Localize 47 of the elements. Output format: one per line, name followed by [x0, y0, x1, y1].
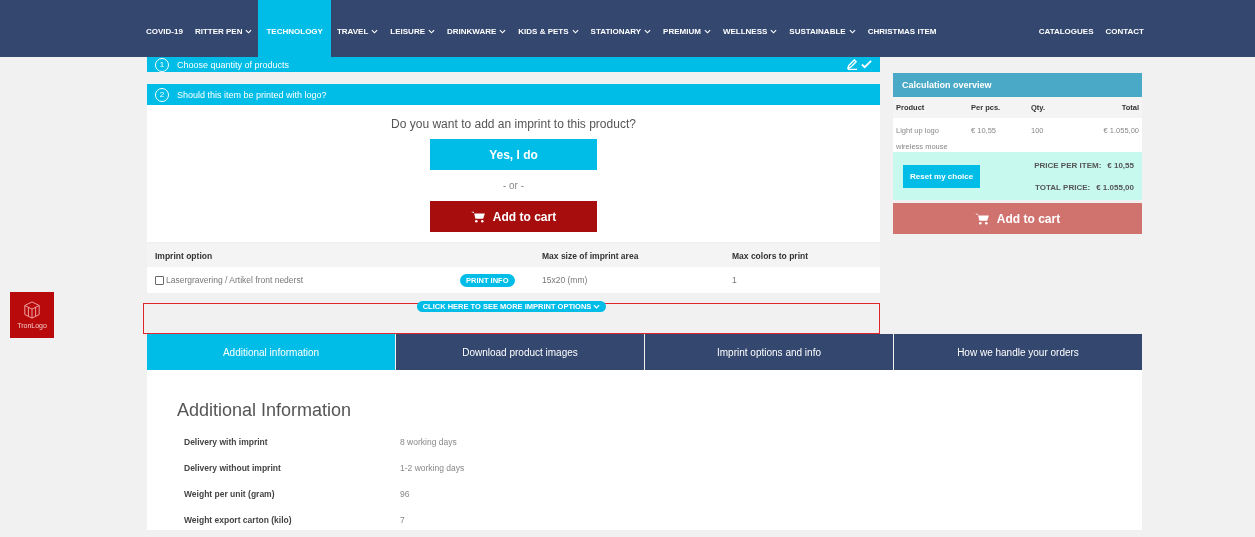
step-title: Should this item be printed with logo? — [177, 89, 328, 100]
nav-link[interactable]: SUSTAINABLE — [783, 0, 862, 57]
column-header: Max colors to print — [732, 250, 810, 261]
panel-title: Calculation overview — [893, 73, 1142, 97]
section-heading: Additional Information — [177, 400, 353, 421]
nav-link[interactable]: TRAVEL — [330, 0, 385, 57]
nav-link[interactable]: PREMIUM — [657, 0, 717, 57]
attribute-value: 8 working days — [400, 437, 457, 447]
add-to-cart-button[interactable]: Add to cart — [430, 201, 597, 232]
attribute-label: Delivery with imprint — [184, 437, 269, 447]
table-cell-text: 15x20 (mm) — [542, 275, 589, 285]
column-header: Max size of imprint area — [542, 250, 640, 261]
tab[interactable]: Download product images — [396, 334, 644, 370]
price-label: TOTAL PRICE: — [1035, 182, 1091, 192]
chevron-icon — [593, 304, 601, 309]
attribute-label: Delivery without imprint — [184, 463, 282, 473]
table-cell-text: 1 — [732, 275, 738, 285]
nav-link[interactable]: STATIONARY — [584, 0, 658, 57]
cart-icon — [470, 210, 485, 223]
attribute-value: 96 — [400, 489, 410, 499]
nav-link[interactable]: CATALOGUES — [1032, 0, 1100, 57]
attribute-value: 7 — [400, 515, 405, 525]
option-label: Lasergravering / Artikel front nederst — [166, 275, 303, 285]
column-header: Imprint option — [155, 250, 214, 261]
nav-link[interactable]: COVID-19 — [140, 0, 189, 57]
price-label: PRICE PER ITEM: — [1034, 160, 1102, 170]
checkbox[interactable] — [155, 275, 164, 285]
cube-icon — [23, 301, 41, 319]
nav-link[interactable]: RITTER PEN — [188, 0, 259, 57]
nav-link[interactable]: LEISURE — [384, 0, 441, 57]
price-value: € 10,55 — [1107, 160, 1134, 170]
attribute-label: Weight per unit (gram) — [184, 489, 276, 499]
price-value: € 1.055,00 — [1096, 182, 1134, 192]
nav-link[interactable]: KIDS & PETS — [512, 0, 585, 57]
tab[interactable]: Imprint options and info — [645, 334, 893, 370]
imprint-question: Do you want to add an imprint to this product? — [391, 117, 636, 131]
nav-link[interactable]: CHRISTMAS ITEM — [861, 0, 943, 57]
nav-link[interactable]: DRINKWARE — [441, 0, 513, 57]
nav-link[interactable]: CONTACT — [1099, 0, 1150, 57]
step-title: Choose quantity of products — [177, 59, 291, 70]
nav-link[interactable]: WELLNESS — [716, 0, 784, 57]
attribute-value: 1-2 working days — [400, 463, 465, 473]
or-separator: - or - — [502, 180, 525, 191]
check-icon — [861, 59, 872, 70]
attribute-label: Weight export carton (kilo) — [184, 515, 293, 525]
tab[interactable]: How we handle your orders — [894, 334, 1142, 370]
cart-icon — [974, 212, 989, 225]
